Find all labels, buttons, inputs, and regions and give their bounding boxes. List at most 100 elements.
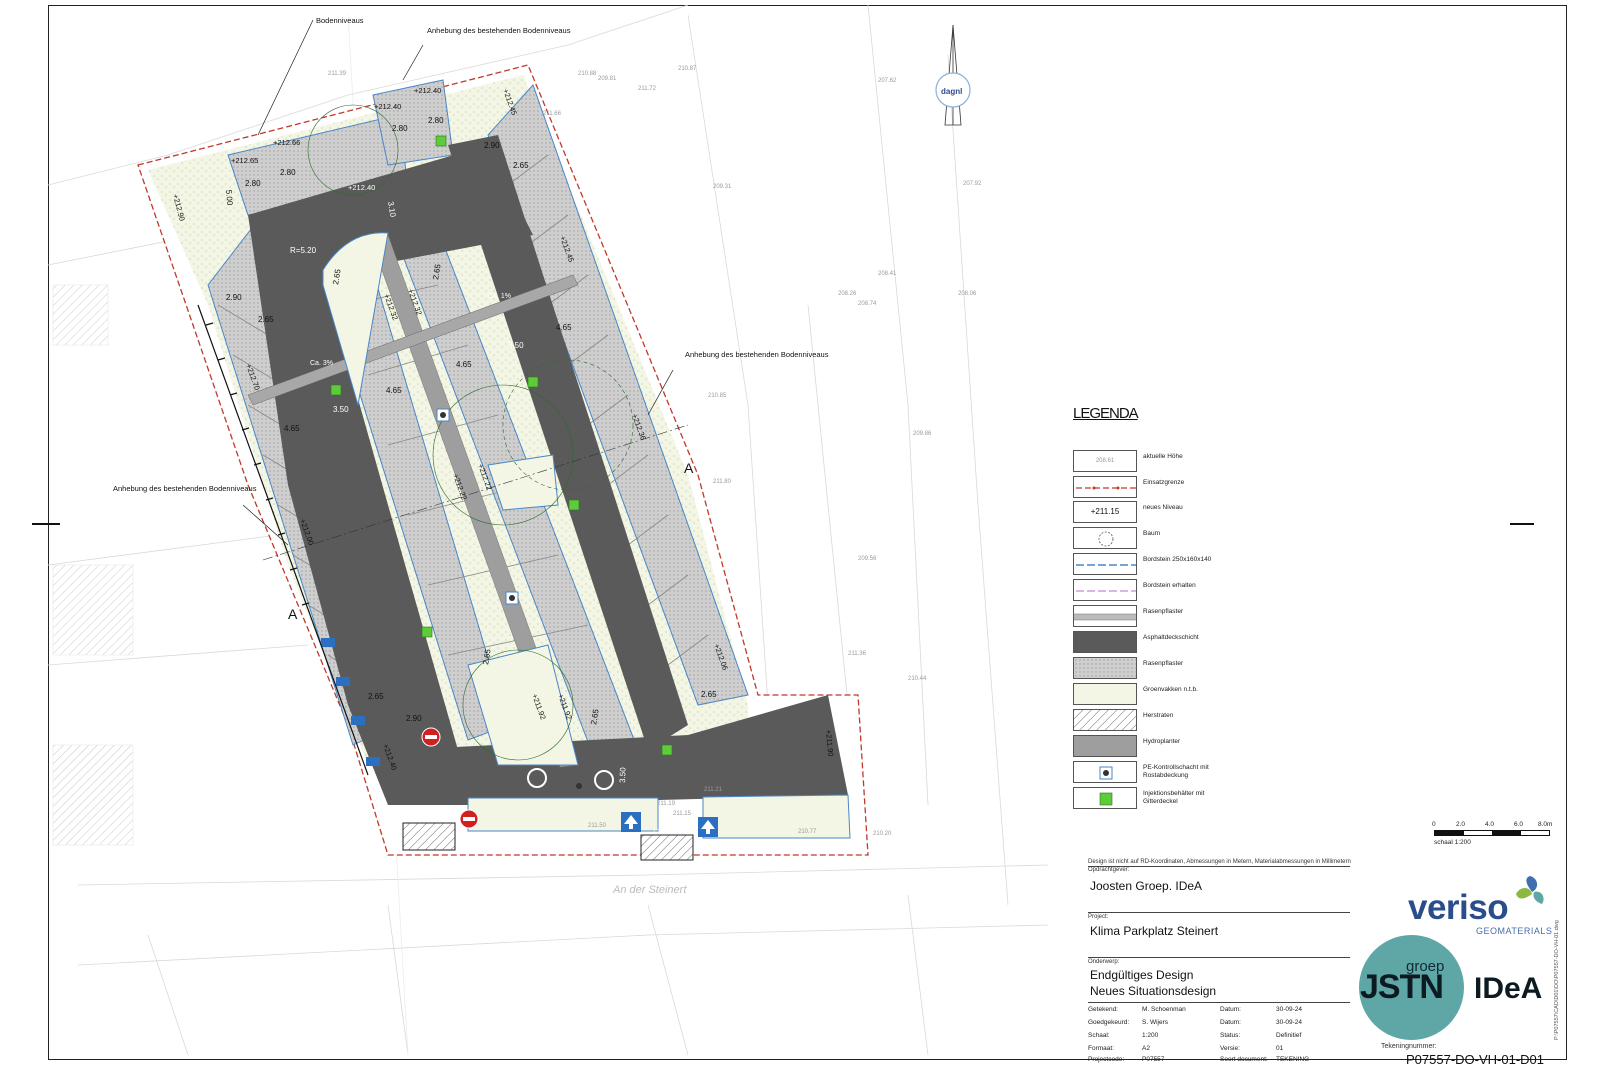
scale-tick-label: 8.0m <box>1538 821 1553 828</box>
spot-height: 210.44 <box>908 676 927 682</box>
title-block-divider <box>1088 912 1350 913</box>
drawing-number: P07557-DO-VH-01-D01 <box>1406 1052 1545 1067</box>
legend-label: Groenvakken n.t.b. <box>1143 686 1198 693</box>
scale-tick-label: 2.0 <box>1456 821 1466 828</box>
legend-swatch <box>1073 527 1137 549</box>
project-label: Project: <box>1088 914 1109 920</box>
legend-label: Bordstein 250x160x140 <box>1143 556 1212 563</box>
legend-label: aktuelle Höhe <box>1143 453 1183 460</box>
section-marker-left: A <box>288 606 298 622</box>
herstraten-block-1 <box>402 822 456 851</box>
spot-height: 208.26 <box>838 291 857 297</box>
spot-height: 208.41 <box>878 271 897 277</box>
idea-logo-text: IDeA <box>1474 972 1543 1005</box>
row-value: TEKENING <box>1276 1056 1310 1063</box>
legend-label: Asphaltdeckschicht <box>1143 634 1199 641</box>
spot-height: 210.87 <box>678 66 697 72</box>
spot-height: 211.36 <box>848 651 867 657</box>
drawing-number-label: Tekeningnummer: <box>1381 1043 1437 1050</box>
dimension-label: 2.80 <box>428 116 444 125</box>
legend-title: LEGENDA <box>1073 405 1139 422</box>
dimension-label: 4.65 <box>284 424 300 433</box>
section-marker-right: A <box>684 460 694 476</box>
row-key: Goedgekeurd: <box>1088 1019 1130 1026</box>
dimension-label: 2.65 <box>368 692 384 701</box>
legend-row-new-level: +211.15 neues Niveau <box>1073 501 1313 523</box>
legend-swatch <box>1073 787 1137 809</box>
spot-height: 210.85 <box>708 393 727 399</box>
legend-label: Hydroplanter <box>1143 738 1181 745</box>
scale-tick-label: 6.0 <box>1514 821 1524 828</box>
legend-label: Baum <box>1143 530 1160 537</box>
north-arrow <box>935 24 971 126</box>
spot-height: 211.15 <box>673 811 692 817</box>
design-notice: Design ist nicht auf RD-Koordinaten, Abm… <box>1088 859 1351 865</box>
row-key: Projectcode: <box>1088 1056 1125 1063</box>
spot-height: 211.72 <box>638 86 657 92</box>
spot-height: 211.39 <box>328 71 347 77</box>
label-bodenniveaus: Bodenniveaus <box>316 16 364 25</box>
veriso-logo-subtext: GEOMATERIALS <box>1476 926 1553 936</box>
spot-height: 211.80 <box>713 479 732 485</box>
label-anhebung-top: Anhebung des bestehenden Bodenniveaus <box>427 26 571 35</box>
legend-row-curb-kept: Bordstein erhalten <box>1073 579 1313 601</box>
scale-tick-label: 4.0 <box>1485 821 1495 828</box>
row-key: Datum: <box>1220 1006 1241 1013</box>
legend-swatch <box>1073 605 1137 627</box>
row-value: P07557 <box>1142 1056 1165 1063</box>
legend-label: PE-Kontrollschacht mit Rostabdeckung <box>1143 764 1209 779</box>
legend-row-injection: Injektionsbehälter mit Gitterdeckel <box>1073 787 1313 809</box>
scale-bar-segment <box>1463 831 1492 835</box>
dimension-label: 4.65 <box>556 323 572 332</box>
row-value: S. Wijers <box>1142 1019 1168 1026</box>
herstraten-block-2 <box>640 834 694 861</box>
legend-swatch <box>1073 735 1137 757</box>
jstn-logo-text: JSTN <box>1360 968 1444 1006</box>
legend-label: neues Niveau <box>1143 504 1183 511</box>
row-key: Status: <box>1220 1032 1241 1039</box>
file-path: P:\P07557\CAD\D01\DO\P07557-DO-VH-01.dwg <box>1554 920 1560 1040</box>
row-key: Datum: <box>1220 1019 1241 1026</box>
green-strip-bottom-2 <box>702 794 851 839</box>
dimension-label: 2.80 <box>280 168 296 177</box>
legend-label: Rasenpflaster <box>1143 608 1184 615</box>
legend-label: Einsatzgrenze <box>1143 479 1185 486</box>
legend-row-curb-new: Bordstein 250x160x140 <box>1073 553 1313 575</box>
row-key: Soort document: <box>1220 1056 1268 1063</box>
level-label: +212.40 <box>348 183 375 192</box>
legend-row-green-area: Groenvakken n.t.b. <box>1073 683 1313 705</box>
legend-swatch <box>1073 709 1137 731</box>
legend-row-tree: Baum <box>1073 527 1313 549</box>
spot-height: 210.20 <box>873 831 892 837</box>
level-label: +212.40 <box>414 86 441 95</box>
legend-label: Rasenpflaster <box>1143 660 1184 667</box>
row-value: Definitief <box>1276 1032 1302 1039</box>
level-label: +212.65 <box>231 156 258 165</box>
dimension-label: 3.50 <box>333 405 349 414</box>
legend-swatch <box>1073 657 1137 679</box>
veriso-logo-icon <box>1516 876 1544 904</box>
scale-tick-label: 0 <box>1432 821 1436 828</box>
scale-label: schaal 1:200 <box>1434 839 1471 846</box>
slope-label-1: Ca. 1% <box>488 293 511 300</box>
dimension-label: 2.65 <box>513 161 529 170</box>
dimension-label: 2.80 <box>245 179 261 188</box>
subject-label: Onderwerp: <box>1088 959 1120 965</box>
row-value: A2 <box>1142 1045 1150 1052</box>
dimension-label: R=5.20 <box>290 246 317 255</box>
title-block-divider <box>1088 1002 1350 1003</box>
legend-swatch <box>1073 476 1137 498</box>
client-name: Joosten Groep. IDeA <box>1090 879 1203 893</box>
row-key: Schaal: <box>1088 1032 1110 1039</box>
veriso-logo-text: veriso <box>1408 888 1509 927</box>
legend-row-boundary: Einsatzgrenze <box>1073 476 1313 498</box>
row-value: 1:200 <box>1142 1032 1159 1039</box>
dimension-label: 2.90 <box>226 293 242 302</box>
dimension-label: 2.65 <box>258 315 274 324</box>
legend-swatch <box>1073 683 1137 705</box>
dimension-label: 2.90 <box>406 714 422 723</box>
dimension-label: 2.65 <box>701 690 717 699</box>
subject-line-1: Endgültiges Design <box>1090 968 1194 982</box>
legend-label: Injektionsbehälter mit Gitterdeckel <box>1143 790 1205 805</box>
label-anhebung-right: Anhebung des bestehenden Bodenniveaus <box>685 350 829 359</box>
